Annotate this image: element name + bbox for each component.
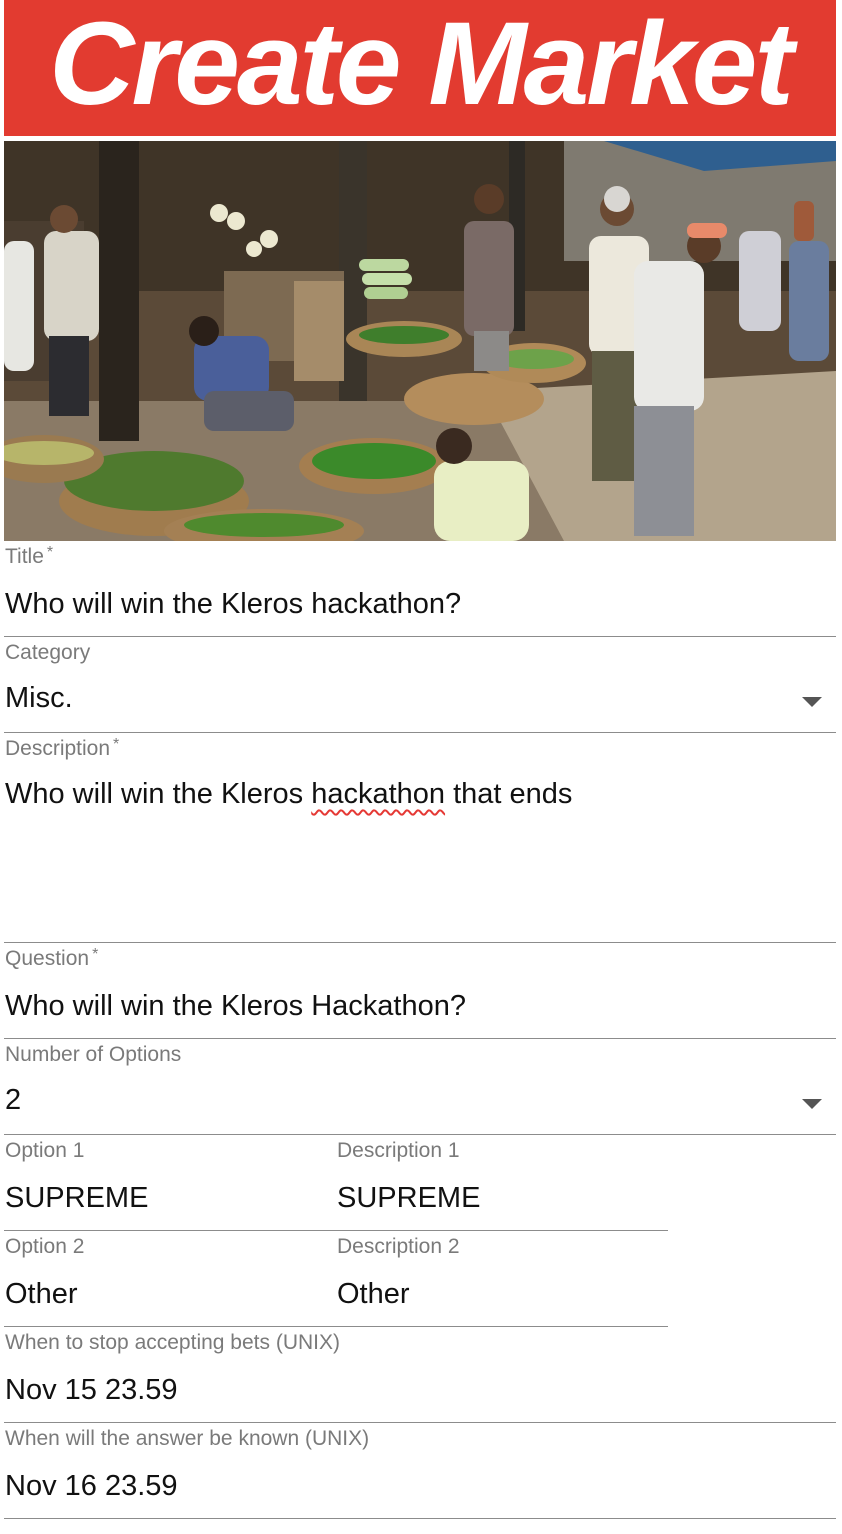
required-mark: * xyxy=(113,736,120,753)
option-1-label: Option 1 xyxy=(5,1139,85,1162)
option-2-field[interactable]: Option 2 Other xyxy=(4,1231,336,1327)
description-1-label: Description 1 xyxy=(337,1139,460,1162)
description-label: Description * xyxy=(5,736,120,760)
description-2-label: Description 2 xyxy=(337,1235,460,1258)
title-field[interactable]: Title * Who will win the Kleros hackathon… xyxy=(4,541,836,637)
stop-bets-field[interactable]: When to stop accepting bets (UNIX) Nov 1… xyxy=(4,1327,836,1423)
market-photo xyxy=(4,141,836,541)
number-of-options-value[interactable]: 2 xyxy=(5,1084,21,1117)
category-label: Category xyxy=(5,641,91,664)
number-of-options-label: Number of Options xyxy=(5,1043,182,1066)
option-2-label: Option 2 xyxy=(5,1235,85,1258)
answer-known-input[interactable]: Nov 16 23.59 xyxy=(5,1470,178,1503)
stop-bets-input[interactable]: Nov 15 23.59 xyxy=(5,1374,178,1407)
answer-known-label: When will the answer be known (UNIX) xyxy=(5,1427,370,1450)
description-field[interactable]: Description * Who will win the Kleros hac… xyxy=(4,733,836,943)
number-of-options-select[interactable]: Number of Options 2 xyxy=(4,1039,836,1135)
title-label: Title * xyxy=(5,544,54,568)
category-value[interactable]: Misc. xyxy=(5,682,73,715)
banner-title: Create Market xyxy=(49,0,793,130)
create-market-banner: Create Market xyxy=(4,0,836,136)
option-1-field[interactable]: Option 1 SUPREME xyxy=(4,1135,336,1231)
title-input[interactable]: Who will win the Kleros hackathon? xyxy=(5,588,461,621)
description-textarea[interactable]: Who will win the Kleros hackathon that e… xyxy=(5,778,572,811)
question-label: Question * xyxy=(5,946,99,970)
question-input[interactable]: Who will win the Kleros Hackathon? xyxy=(5,990,466,1023)
required-mark: * xyxy=(92,946,99,963)
description-2-input[interactable]: Other xyxy=(337,1278,410,1311)
answer-known-field[interactable]: When will the answer be known (UNIX) Nov… xyxy=(4,1423,836,1519)
caret-down-icon[interactable] xyxy=(802,697,822,707)
question-field[interactable]: Question * Who will win the Kleros Hackat… xyxy=(4,943,836,1039)
required-mark: * xyxy=(46,544,54,561)
category-select[interactable]: Category Misc. xyxy=(4,637,836,733)
description-1-field[interactable]: Description 1 SUPREME xyxy=(336,1135,668,1231)
spellcheck-word: hackathon xyxy=(311,778,446,810)
description-1-input[interactable]: SUPREME xyxy=(337,1182,480,1215)
caret-down-icon[interactable] xyxy=(802,1099,822,1109)
description-2-field[interactable]: Description 2 Other xyxy=(336,1231,668,1327)
option-1-input[interactable]: SUPREME xyxy=(5,1182,148,1215)
option-2-input[interactable]: Other xyxy=(5,1278,78,1311)
stop-bets-label: When to stop accepting bets (UNIX) xyxy=(5,1331,340,1354)
